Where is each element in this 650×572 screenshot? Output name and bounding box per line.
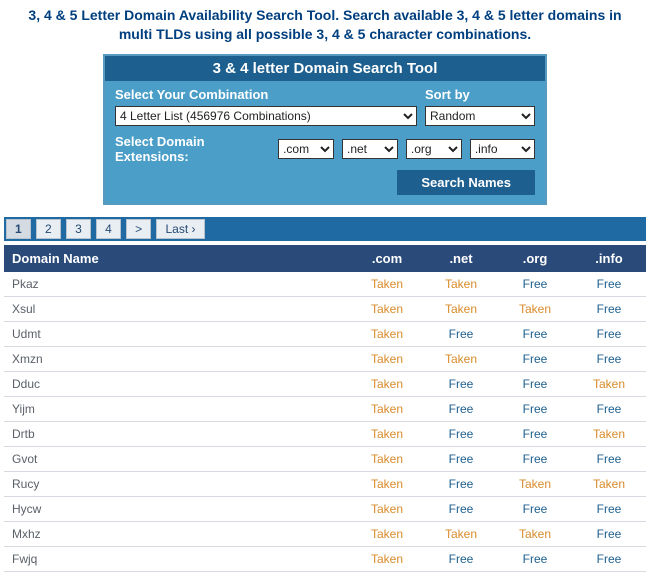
page-heading: 3, 4 & 5 Letter Domain Availability Sear… xyxy=(0,0,650,54)
extensions-label: Select Domain Extensions: xyxy=(115,134,270,164)
status-cell: Taken xyxy=(350,272,424,297)
sort-label: Sort by xyxy=(425,87,535,102)
domain-name-cell: Dduc xyxy=(4,371,350,396)
table-row: PkazTakenTakenFreeFree xyxy=(4,272,646,297)
combination-label: Select Your Combination xyxy=(115,87,417,102)
status-cell: Taken xyxy=(350,546,424,571)
status-cell: Taken xyxy=(424,346,498,371)
status-cell: Free xyxy=(424,446,498,471)
table-row: UdmtTakenFreeFreeFree xyxy=(4,321,646,346)
table-row: GvotTakenFreeFreeFree xyxy=(4,446,646,471)
status-cell: Taken xyxy=(350,446,424,471)
domain-name-cell: Drtb xyxy=(4,421,350,446)
page-3[interactable]: 3 xyxy=(66,219,91,239)
status-cell: Free xyxy=(498,346,572,371)
domain-name-cell: Yijm xyxy=(4,396,350,421)
status-cell: Free xyxy=(424,321,498,346)
combination-select[interactable]: 4 Letter List (456976 Combinations) xyxy=(115,106,417,126)
page-last[interactable]: Last › xyxy=(156,219,204,239)
domain-name-cell: Xmzn xyxy=(4,346,350,371)
search-names-button[interactable]: Search Names xyxy=(397,170,535,195)
status-cell: Free xyxy=(498,371,572,396)
pagination: 1 2 3 4 > Last › xyxy=(4,217,646,241)
status-cell: Free xyxy=(424,396,498,421)
status-cell: Free xyxy=(572,346,646,371)
table-row: HycwTakenFreeFreeFree xyxy=(4,496,646,521)
table-row: XmznTakenTakenFreeFree xyxy=(4,346,646,371)
extension-select-4[interactable]: .info xyxy=(470,139,535,159)
status-cell: Free xyxy=(498,421,572,446)
status-cell: Taken xyxy=(572,421,646,446)
status-cell: Taken xyxy=(350,371,424,396)
domain-name-cell: Udmt xyxy=(4,321,350,346)
status-cell: Free xyxy=(572,546,646,571)
col-domain-name: Domain Name xyxy=(4,245,350,272)
page-2[interactable]: 2 xyxy=(36,219,61,239)
table-row: MxhzTakenTakenTakenFree xyxy=(4,521,646,546)
status-cell: Free xyxy=(424,371,498,396)
status-cell: Taken xyxy=(350,496,424,521)
domain-name-cell: Gvot xyxy=(4,446,350,471)
domain-name-cell: Pkaz xyxy=(4,272,350,297)
status-cell: Taken xyxy=(350,421,424,446)
sort-select[interactable]: Random xyxy=(425,106,535,126)
status-cell: Free xyxy=(572,321,646,346)
status-cell: Free xyxy=(572,396,646,421)
table-row: FwjqTakenFreeFreeFree xyxy=(4,546,646,571)
page-4[interactable]: 4 xyxy=(96,219,121,239)
col-org: .org xyxy=(498,245,572,272)
col-com: .com xyxy=(350,245,424,272)
status-cell: Taken xyxy=(350,396,424,421)
status-cell: Free xyxy=(498,321,572,346)
domain-name-cell: Hycw xyxy=(4,496,350,521)
status-cell: Free xyxy=(572,446,646,471)
status-cell: Taken xyxy=(498,471,572,496)
status-cell: Free xyxy=(498,272,572,297)
status-cell: Free xyxy=(498,446,572,471)
status-cell: Taken xyxy=(350,321,424,346)
status-cell: Free xyxy=(424,421,498,446)
table-row: DrtbTakenFreeFreeTaken xyxy=(4,421,646,446)
status-cell: Taken xyxy=(498,521,572,546)
status-cell: Free xyxy=(572,272,646,297)
status-cell: Free xyxy=(572,296,646,321)
table-row: RucyTakenFreeTakenTaken xyxy=(4,471,646,496)
status-cell: Free xyxy=(424,546,498,571)
page-1[interactable]: 1 xyxy=(6,219,31,239)
results-table: Domain Name .com .net .org .info PkazTak… xyxy=(4,245,646,572)
status-cell: Taken xyxy=(572,371,646,396)
status-cell: Free xyxy=(498,396,572,421)
table-row: DducTakenFreeFreeTaken xyxy=(4,371,646,396)
col-net: .net xyxy=(424,245,498,272)
extension-select-2[interactable]: .net xyxy=(342,139,398,159)
search-tool-panel: 3 & 4 letter Domain Search Tool Select Y… xyxy=(103,54,547,205)
status-cell: Taken xyxy=(424,296,498,321)
extension-select-3[interactable]: .org xyxy=(406,139,462,159)
status-cell: Taken xyxy=(498,296,572,321)
search-tool-title: 3 & 4 letter Domain Search Tool xyxy=(105,56,545,81)
status-cell: Taken xyxy=(572,471,646,496)
status-cell: Taken xyxy=(424,272,498,297)
domain-name-cell: Rucy xyxy=(4,471,350,496)
table-row: YijmTakenFreeFreeFree xyxy=(4,396,646,421)
status-cell: Free xyxy=(498,546,572,571)
status-cell: Free xyxy=(424,496,498,521)
domain-name-cell: Xsul xyxy=(4,296,350,321)
status-cell: Free xyxy=(572,521,646,546)
status-cell: Free xyxy=(498,496,572,521)
table-row: XsulTakenTakenTakenFree xyxy=(4,296,646,321)
page-next[interactable]: > xyxy=(126,219,151,239)
col-info: .info xyxy=(572,245,646,272)
status-cell: Taken xyxy=(350,296,424,321)
status-cell: Free xyxy=(424,471,498,496)
domain-name-cell: Fwjq xyxy=(4,546,350,571)
status-cell: Taken xyxy=(424,521,498,546)
domain-name-cell: Mxhz xyxy=(4,521,350,546)
status-cell: Taken xyxy=(350,346,424,371)
status-cell: Taken xyxy=(350,471,424,496)
extension-select-1[interactable]: .com xyxy=(278,139,334,159)
status-cell: Taken xyxy=(350,521,424,546)
status-cell: Free xyxy=(572,496,646,521)
